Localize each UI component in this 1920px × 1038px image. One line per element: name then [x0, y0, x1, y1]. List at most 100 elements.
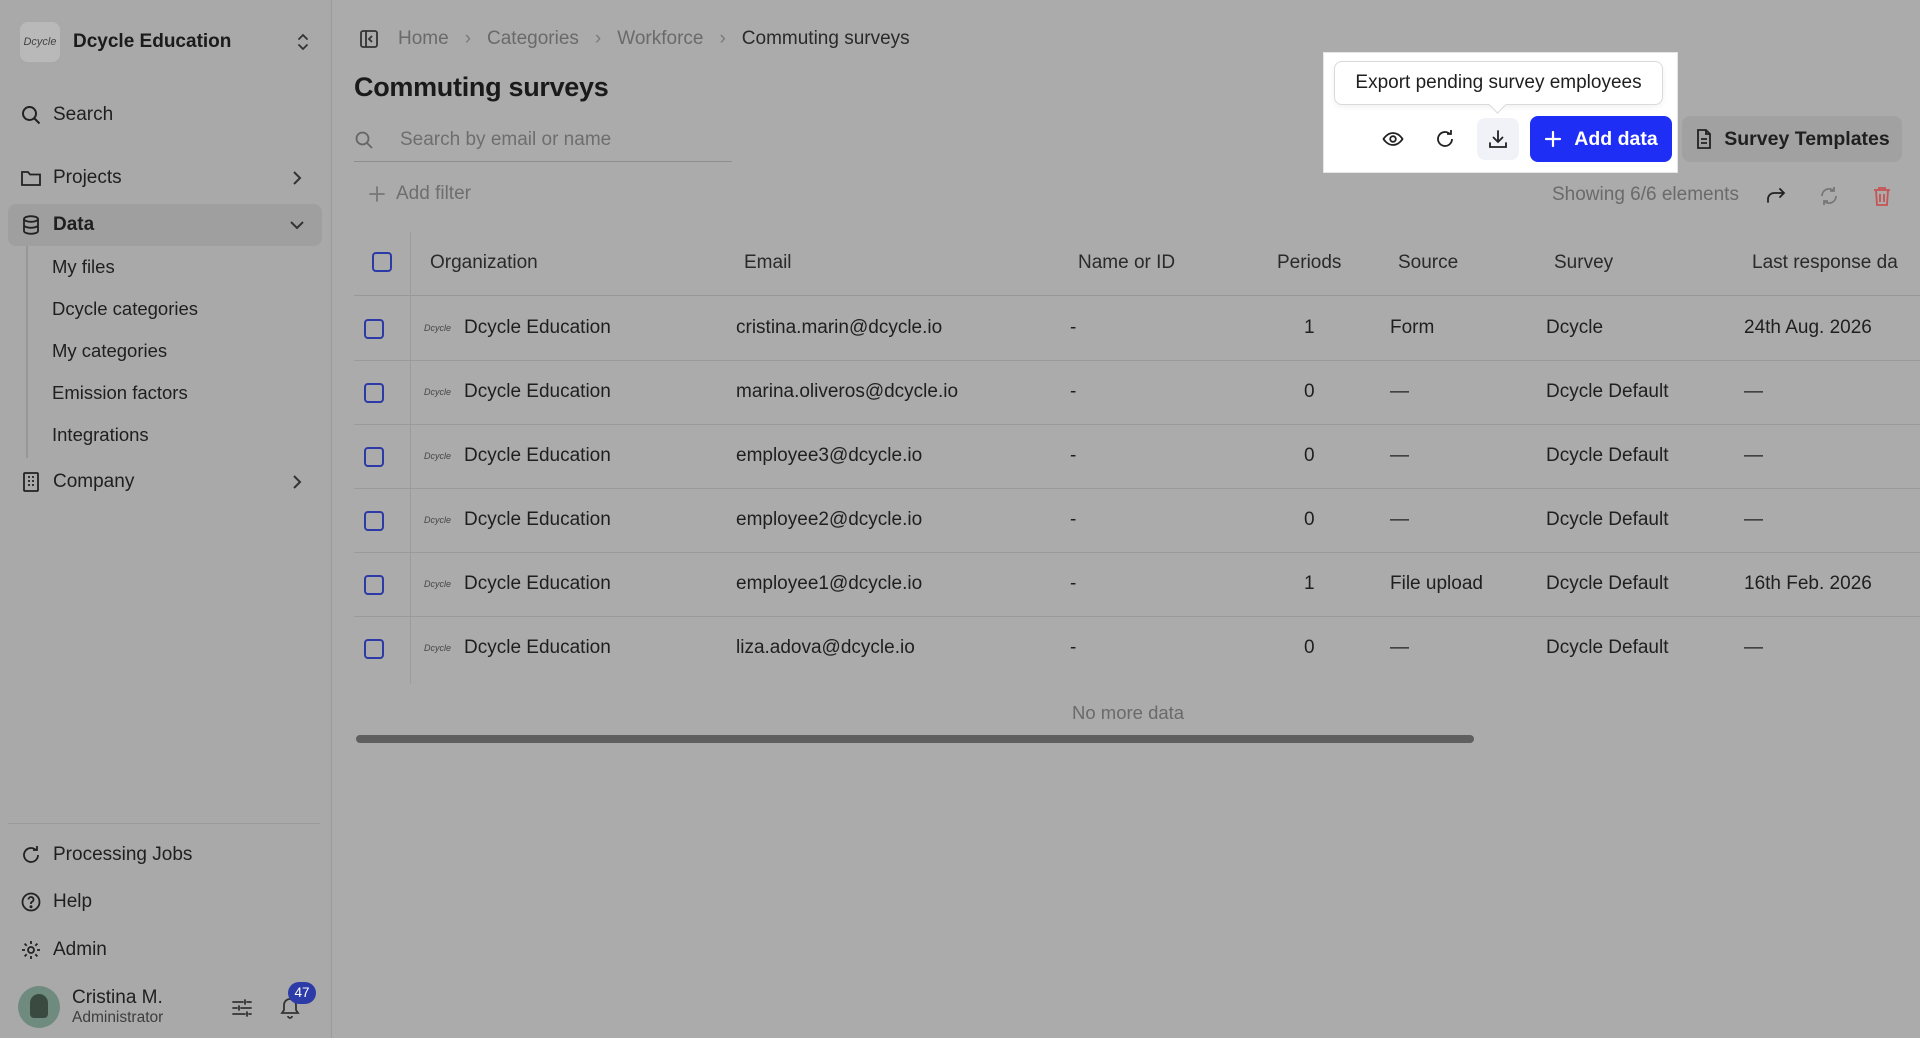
nav-admin[interactable]: Admin: [8, 929, 322, 971]
user-role: Administrator: [72, 1009, 164, 1026]
cell-name: -: [1070, 381, 1077, 402]
row-checkbox[interactable]: [364, 575, 384, 595]
subnav-my-categories[interactable]: My categories: [52, 340, 167, 370]
cell-source: —: [1390, 381, 1409, 402]
cell-survey: Dcycle Default: [1546, 573, 1669, 594]
search-bar: [354, 118, 732, 162]
cell-source: File upload: [1390, 573, 1483, 594]
row-checkbox[interactable]: [364, 319, 384, 339]
nav-data-label: Data: [53, 214, 95, 235]
table-row[interactable]: Dcycle Dcycle Education employee1@dcycle…: [354, 553, 1920, 617]
column-header-periods[interactable]: Periods: [1277, 252, 1341, 274]
cell-organization: Dcycle Education: [464, 573, 611, 594]
survey-templates-label: Survey Templates: [1724, 127, 1890, 150]
nav-search[interactable]: Search: [8, 94, 322, 136]
breadcrumb-home[interactable]: Home: [398, 28, 449, 50]
add-data-label: Add data: [1574, 127, 1658, 150]
table-row[interactable]: Dcycle Dcycle Education liza.adova@dcycl…: [354, 617, 1920, 681]
row-checkbox[interactable]: [364, 511, 384, 531]
eye-icon: [1382, 132, 1404, 146]
select-all-checkbox[interactable]: [372, 252, 392, 272]
org-logo: Dcycle: [424, 323, 452, 333]
cell-email: cristina.marin@dcycle.io: [736, 317, 943, 338]
nav-projects[interactable]: Projects: [8, 157, 322, 199]
table-row[interactable]: Dcycle Dcycle Education employee3@dcycle…: [354, 425, 1920, 489]
sidebar-divider: [8, 823, 320, 824]
org-logo: Dcycle: [424, 643, 452, 653]
cell-periods: 1: [1304, 573, 1315, 594]
folder-icon: [21, 171, 41, 186]
user-profile[interactable]: Cristina M. Administrator: [18, 986, 163, 1028]
row-checkbox[interactable]: [364, 383, 384, 403]
org-switcher[interactable]: Dcycle Dcycle Education: [20, 22, 312, 62]
table-row[interactable]: Dcycle Dcycle Education employee2@dcycle…: [354, 489, 1920, 553]
breadcrumb-categories[interactable]: Categories: [487, 28, 579, 50]
add-filter-button[interactable]: Add filter: [368, 183, 471, 205]
view-button[interactable]: [1372, 118, 1414, 160]
cell-survey: Dcycle Default: [1546, 509, 1669, 530]
cell-last-response: 16th Feb. 2026: [1744, 573, 1872, 594]
cell-survey: Dcycle Default: [1546, 381, 1669, 402]
database-icon: [23, 215, 39, 235]
sync-icon[interactable]: [1817, 184, 1841, 208]
cell-source: —: [1390, 509, 1409, 530]
org-name: Dcycle Education: [73, 31, 232, 52]
cell-source: —: [1390, 637, 1409, 658]
share-arrow-icon[interactable]: [1764, 184, 1788, 208]
subnav-my-files[interactable]: My files: [52, 256, 115, 286]
add-data-button[interactable]: Add data: [1530, 116, 1672, 162]
nav-data[interactable]: Data: [8, 204, 322, 246]
nav-help[interactable]: Help: [8, 881, 322, 923]
trash-icon[interactable]: [1870, 184, 1894, 208]
survey-templates-button[interactable]: Survey Templates: [1682, 116, 1902, 162]
breadcrumb-separator-icon: ›: [719, 28, 726, 49]
building-icon: [23, 472, 39, 492]
export-button[interactable]: [1477, 118, 1519, 160]
org-logo: Dcycle: [424, 579, 452, 589]
subnav-integrations[interactable]: Integrations: [52, 424, 149, 454]
nav-company[interactable]: Company: [8, 461, 322, 503]
org-logo: Dcycle: [424, 387, 452, 397]
cell-name: -: [1070, 637, 1077, 658]
column-header-email[interactable]: Email: [744, 252, 792, 274]
table-header: Organization Email Name or ID Periods So…: [354, 232, 1920, 296]
horizontal-scrollbar[interactable]: [356, 735, 1474, 743]
column-header-organization[interactable]: Organization: [430, 252, 538, 274]
cell-last-response: —: [1744, 381, 1763, 402]
cell-periods: 0: [1304, 509, 1315, 530]
table-row[interactable]: Dcycle Dcycle Education cristina.marin@d…: [354, 297, 1920, 361]
cell-organization: Dcycle Education: [464, 637, 611, 658]
cell-survey: Dcycle Default: [1546, 445, 1669, 466]
column-header-survey[interactable]: Survey: [1554, 252, 1613, 274]
row-checkbox[interactable]: [364, 639, 384, 659]
search-icon: [22, 106, 41, 125]
plus-icon: [1545, 130, 1562, 148]
column-header-source[interactable]: Source: [1398, 252, 1458, 274]
chevron-right-icon: [293, 475, 302, 489]
org-logo: Dcycle: [20, 22, 60, 62]
column-header-last-response[interactable]: Last response da: [1752, 252, 1898, 274]
table-row[interactable]: Dcycle Dcycle Education marina.oliveros@…: [354, 361, 1920, 425]
cell-periods: 0: [1304, 637, 1315, 658]
cell-name: -: [1070, 509, 1077, 530]
nav-processing-jobs[interactable]: Processing Jobs: [8, 834, 322, 876]
column-header-name[interactable]: Name or ID: [1078, 252, 1175, 274]
breadcrumb-workforce[interactable]: Workforce: [617, 28, 703, 50]
refresh-icon: [1437, 130, 1453, 147]
org-logo: Dcycle: [424, 451, 452, 461]
cell-last-response: —: [1744, 509, 1763, 530]
subnav-dcycle-categories[interactable]: Dcycle categories: [52, 298, 198, 328]
chevron-down-icon: [290, 221, 304, 230]
chevron-right-icon: [293, 171, 302, 185]
user-name: Cristina M.: [72, 987, 163, 1008]
cell-periods: 1: [1304, 317, 1315, 338]
sidebar-toggle-icon[interactable]: [358, 28, 380, 50]
search-input[interactable]: [400, 128, 720, 151]
refresh-button[interactable]: [1424, 118, 1466, 160]
row-checkbox[interactable]: [364, 447, 384, 467]
cell-email: employee1@dcycle.io: [736, 573, 923, 594]
cell-email: employee3@dcycle.io: [736, 445, 923, 466]
showing-count: Showing 6/6 elements: [1552, 184, 1739, 205]
subnav-emission-factors[interactable]: Emission factors: [52, 382, 188, 412]
sliders-icon[interactable]: [230, 996, 254, 1020]
